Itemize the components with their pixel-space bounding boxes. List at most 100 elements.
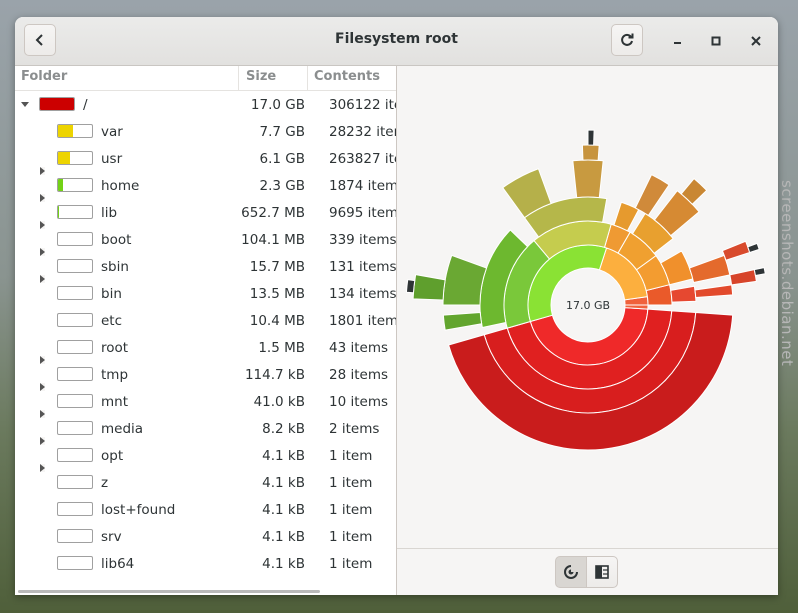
ring-segment[interactable] [587,129,595,146]
folder-size: 4.1 kB [262,529,305,545]
close-button[interactable] [744,29,768,53]
usage-bar [57,394,93,408]
folder-name: media [101,421,144,437]
column-headers: Folder Size Contents [15,66,396,91]
horizontal-scrollbar[interactable] [18,590,320,593]
ring-segment[interactable] [412,274,446,301]
usage-bar [57,475,93,489]
ring-segment[interactable] [442,312,483,331]
folder-size: 652.7 MB [241,205,305,221]
folder-size: 114.7 kB [244,367,305,383]
folder-name: srv [101,529,122,545]
rings-chart[interactable]: 17.0 GB [397,66,778,546]
folder-name: tmp [101,367,129,383]
folder-row[interactable]: z 4.1 kB 1 item [15,469,396,496]
treemap-chart-icon [595,565,609,579]
folder-size: 13.5 MB [249,286,305,302]
folder-contents: 306122 items [329,97,396,113]
folder-contents: 263827 items [329,151,396,167]
usage-bar [57,556,93,570]
treemap-chart-button[interactable] [586,556,618,588]
folder-contents: 339 items [329,232,397,248]
reload-icon [621,33,634,46]
header-bar: Filesystem root [15,17,778,66]
folder-size: 1.5 MB [258,340,305,356]
maximize-button[interactable] [704,29,728,53]
folder-contents: 131 items [329,259,397,275]
folder-contents: 9695 items [329,205,397,221]
rings-chart-button[interactable] [555,556,587,588]
column-size[interactable]: Size [246,69,276,84]
reload-button[interactable] [611,24,643,56]
ring-segment[interactable] [753,266,766,277]
usage-bar [57,448,93,462]
rings-chart-icon [564,564,579,579]
folder-tree-view[interactable]: Folder Size Contents / 17.0 GB 306122 item… [15,66,397,595]
folder-name: lib [101,205,118,221]
folder-row[interactable]: home 2.3 GB 1874 items [15,172,397,229]
usage-bar [57,502,93,516]
folder-size: 4.1 kB [262,556,305,572]
folder-row[interactable]: opt 4.1 kB 1 item [15,442,396,469]
ring-segment[interactable] [442,254,488,306]
ring-segment[interactable] [729,269,757,286]
ring-segment[interactable] [747,242,760,254]
ring-segment[interactable] [405,279,416,294]
usage-bar [57,421,93,435]
folder-name: etc [101,313,123,329]
folder-size: 6.1 GB [259,151,305,167]
ring-segment[interactable] [572,159,604,199]
folder-contents: 28 items [329,367,389,383]
folder-row[interactable]: boot 104.1 MB 339 items [15,226,397,283]
folder-row[interactable]: bin 13.5 MB 134 items [15,280,396,307]
expander-expanded-icon[interactable] [21,102,29,107]
usage-bar [57,151,93,165]
minimize-icon [674,42,681,44]
ring-segment[interactable] [670,285,697,303]
center-size-label: 17.0 GB [566,299,610,312]
folder-row[interactable]: lost+found 4.1 kB 1 item [15,496,396,523]
minimize-button[interactable] [665,29,689,53]
folder-contents: 1 item [329,529,373,545]
folder-size: 10.4 MB [249,313,305,329]
folder-row[interactable]: tmp 114.7 kB 28 items [15,361,396,418]
folder-row[interactable]: media 8.2 kB 2 items [15,415,396,472]
chart-pane: 17.0 GB [397,66,778,595]
folder-contents: 1 item [329,475,373,491]
folder-row[interactable]: sbin 15.7 MB 131 items [15,253,396,280]
folder-contents: 1874 items [329,178,397,194]
folder-size: 4.1 kB [262,475,305,491]
folder-name: home [101,178,140,194]
folder-name: boot [101,232,132,248]
folder-row[interactable]: lib 652.7 MB 9695 items [15,199,397,256]
ring-segment[interactable] [581,144,600,161]
folder-row[interactable]: root 1.5 MB 43 items [15,334,396,391]
usage-bar [57,367,93,381]
folder-name: mnt [101,394,128,410]
folder-row[interactable]: lib64 4.1 kB 1 item [15,550,396,577]
folder-size: 7.7 GB [259,124,305,140]
folder-row[interactable]: usr 6.1 GB 263827 items [15,145,396,202]
ring-segment[interactable] [613,201,640,232]
ring-segment[interactable] [721,240,751,261]
folder-row[interactable]: / 17.0 GB 306122 items [15,91,396,118]
folder-contents: 10 items [329,394,389,410]
ring-segment[interactable] [688,254,731,284]
column-contents[interactable]: Contents [314,69,380,84]
folder-row[interactable]: etc 10.4 MB 1801 items [15,307,396,364]
folder-size: 104.1 MB [241,232,305,248]
usage-bar [57,286,93,300]
ring-segment[interactable] [694,284,734,298]
folder-contents: 1 item [329,502,373,518]
folder-name: bin [101,286,122,302]
usage-bar [57,205,93,219]
folder-row[interactable]: mnt 41.0 kB 10 items [15,388,396,445]
folder-size: 8.2 kB [262,421,305,437]
folder-contents: 2 items [329,421,380,437]
folder-size: 4.1 kB [262,448,305,464]
folder-row[interactable]: var 7.7 GB 28232 items [15,118,396,175]
folder-row[interactable]: srv 4.1 kB 1 item [15,523,396,550]
folder-size: 4.1 kB [262,502,305,518]
column-folder[interactable]: Folder [21,69,67,84]
chart-type-switcher [397,548,778,595]
